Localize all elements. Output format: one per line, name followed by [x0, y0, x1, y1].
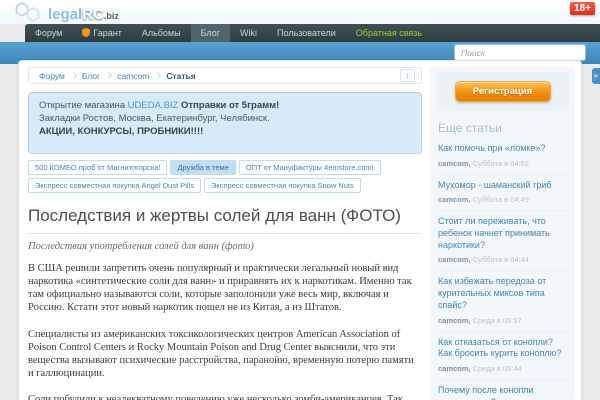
page-container: Форум Блог camcom Статья ↕ Открытие мага… — [18, 60, 582, 400]
nav-item-wiki[interactable]: Wiki — [230, 24, 267, 42]
promo-line-2: Закладки Ростов, Москва, Екатеринбург, Ч… — [39, 113, 411, 126]
article-paragraph: Соли побудили к неадекватному поведению … — [28, 393, 422, 400]
title-divider — [28, 233, 422, 234]
shield-icon — [82, 28, 90, 39]
search-input[interactable] — [454, 44, 586, 61]
chevron-right-icon — [105, 72, 112, 79]
author-name[interactable]: camcom, — [438, 255, 471, 264]
sidebar-article-link[interactable]: Как помочь при «ломке»? — [438, 143, 567, 155]
sidebar-article: Стоит ли переживать, что ребенок начнет … — [436, 211, 569, 271]
promo-shop-link[interactable]: UDEDA.BIZ — [128, 100, 179, 111]
sidebar-article: Почему после конопли хочется есть? camco… — [436, 380, 569, 400]
sidebar-article-link[interactable]: Почему после конопли хочется есть? — [438, 385, 567, 400]
tag-link-opt[interactable]: ОПТ от Мануфактуры 4emstore.com! — [239, 160, 381, 175]
more-articles-heading: Еще статьи — [438, 121, 567, 135]
nav-item-feedback[interactable]: Обратная связь — [346, 24, 432, 42]
logo-text: legalRC.biz — [48, 6, 119, 23]
post-time: Суббота в 04:44 — [473, 255, 529, 264]
author-name[interactable]: camcom, — [438, 316, 471, 325]
promo-shipping: Отправки от 5грамм! — [178, 100, 279, 111]
author-name[interactable]: camcom, — [438, 195, 471, 204]
post-time: Суббота в 04:52 — [473, 159, 529, 168]
sidebar-collapse-toggle[interactable]: » — [592, 68, 600, 84]
chevron-right-icon — [70, 72, 77, 79]
breadcrumb-author[interactable]: camcom — [113, 71, 153, 81]
article-paragraph: В США решили запретить очень популярный … — [28, 262, 422, 315]
sidebar-article-link[interactable]: Мухомор - шаманский гриб — [438, 180, 567, 192]
tag-links: 500 КОМБО проб от Магнитогорска! Дружба … — [28, 160, 398, 193]
site-logo[interactable]: legalRC.biz — [14, 1, 119, 28]
sidebar-article: Мухомор - шаманский гриб camcom, Суббота… — [436, 175, 569, 212]
sidebar-article-link[interactable]: Как отказаться от конопли? Как бросить к… — [438, 337, 567, 360]
breadcrumb-blog[interactable]: Блог — [78, 71, 104, 81]
post-time: Среда в 05:44 — [473, 364, 522, 373]
register-block: Регистрация — [436, 72, 569, 111]
post-time: Среда в 05:57 — [473, 316, 522, 325]
sidebar-article-link[interactable]: Как избежать передоза от курительных мик… — [438, 276, 567, 311]
nav-item-users[interactable]: Пользователи — [267, 24, 346, 42]
nav-item-garant-label: Гарант — [93, 28, 121, 38]
sidebar-article: Как избежать передоза от курительных мик… — [436, 271, 569, 331]
article-subtitle: Последствия употребления солей для ванн … — [28, 241, 422, 252]
main-column: Форум Блог camcom Статья ↕ Открытие мага… — [28, 67, 430, 400]
article-title: Последствия и жертвы солей для ванн (ФОТ… — [28, 206, 422, 226]
sidebar-article: Как отказаться от конопли? Как бросить к… — [436, 332, 569, 380]
sidebar: Регистрация Еще статьи Как помочь при «л… — [430, 67, 575, 400]
sidebar-article-meta: camcom, Среда в 05:44 — [438, 364, 567, 373]
author-name[interactable]: camcom, — [438, 364, 471, 373]
sidebar-article-link[interactable]: Стоит ли переживать, что ребенок начнет … — [438, 216, 567, 251]
tag-link-friendship[interactable]: Дружба в теме — [170, 160, 235, 175]
top-header: legalRC.biz 18+ — [0, 0, 600, 24]
promo-box: Открытие магазина UDEDA.BIZ Отправки от … — [28, 92, 422, 154]
author-name[interactable]: camcom, — [438, 159, 471, 168]
nav-item-blog[interactable]: Блог — [191, 24, 230, 42]
molecule-hexagons-icon — [14, 1, 46, 28]
chevron-right-icon — [154, 72, 161, 79]
promo-prefix: Открытие магазина — [39, 100, 128, 111]
promo-line-1: Открытие магазина UDEDA.BIZ Отправки от … — [39, 100, 411, 113]
tag-link-angel-dust[interactable]: Экспресс совместная покупка Angel Dust P… — [28, 178, 201, 193]
post-time: Суббота в 04:49 — [473, 195, 529, 204]
article-paragraph: Специалисты из американских токсикологич… — [28, 328, 422, 381]
age-18-badge: 18+ — [570, 2, 595, 15]
sidebar-article-meta: camcom, Суббота в 04:52 — [438, 159, 567, 168]
breadcrumb: Форум Блог camcom Статья ↕ — [28, 67, 422, 84]
breadcrumb-forum[interactable]: Форум — [35, 71, 69, 81]
tag-link-snow-nuts[interactable]: Экспресс совместная покупка Snow Nuts — [204, 178, 361, 193]
tag-link-combo[interactable]: 500 КОМБО проб от Магнитогорска! — [28, 160, 167, 175]
promo-line-3: АКЦИИ, КОНКУРСЫ, ПРОБНИКИ!!!! — [39, 126, 411, 139]
register-button[interactable]: Регистрация — [455, 81, 551, 102]
sidebar-article-meta: camcom, Суббота в 04:44 — [438, 255, 567, 264]
sidebar-article-meta: camcom, Среда в 05:57 — [438, 316, 567, 325]
sidebar-article: Как помочь при «ломке»? camcom, Суббота … — [436, 138, 569, 175]
breadcrumb-article: Статья — [162, 71, 199, 81]
sidebar-article-meta: camcom, Суббота в 04:49 — [438, 195, 567, 204]
expand-arrows-icon: ↕ — [406, 71, 410, 80]
breadcrumb-expand-button[interactable]: ↕ — [400, 69, 415, 82]
nav-item-albums[interactable]: Альбомы — [132, 24, 191, 42]
